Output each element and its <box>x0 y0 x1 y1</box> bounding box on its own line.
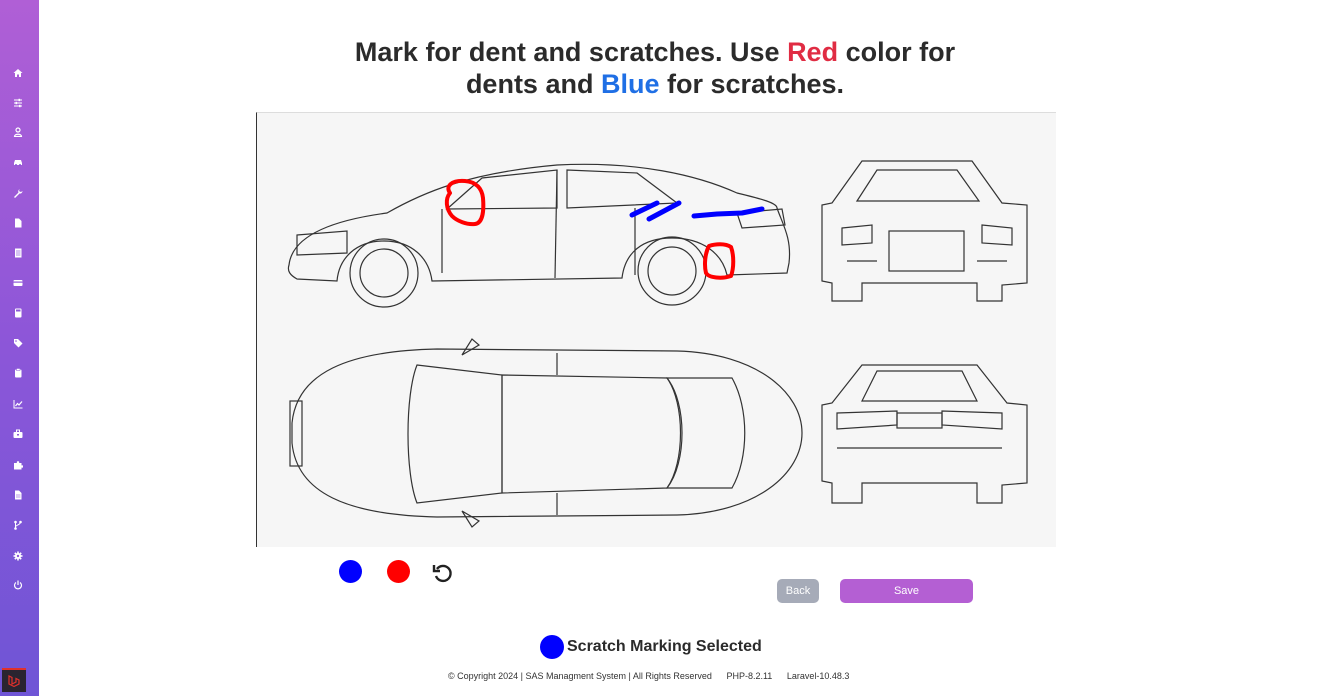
marking-status: Scratch Marking Selected <box>540 634 762 660</box>
branch-icon[interactable] <box>10 518 26 532</box>
laravel-version: Laravel-10.48.3 <box>786 671 850 681</box>
php-version: PHP-8.2.11 <box>726 671 773 681</box>
red-color-button[interactable] <box>387 560 410 583</box>
document-icon[interactable] <box>10 246 26 260</box>
wrench-icon[interactable] <box>10 186 26 200</box>
scratch-mark-1 <box>629 200 682 222</box>
dent-mark-1 <box>444 178 486 227</box>
file-icon[interactable] <box>10 216 26 230</box>
title-red-word: Red <box>787 37 839 67</box>
gear-icon[interactable] <box>10 549 26 563</box>
undo-icon[interactable] <box>431 561 455 585</box>
title-text-4: for scratches. <box>659 69 845 99</box>
user-icon[interactable] <box>10 125 26 139</box>
page-title: Mark for dent and scratches. Use Red col… <box>300 36 1010 100</box>
car-icon[interactable] <box>10 155 26 169</box>
credit-card-icon[interactable] <box>10 276 26 290</box>
car-side-view <box>287 163 791 308</box>
laravel-logo-icon <box>2 668 26 692</box>
tag-icon[interactable] <box>10 336 26 350</box>
chart-line-icon[interactable] <box>10 397 26 411</box>
title-text-2: color for <box>838 37 956 67</box>
car-rear-view <box>821 364 1028 504</box>
back-button[interactable]: Back <box>777 579 819 603</box>
home-icon[interactable] <box>10 66 26 80</box>
title-text-3: dents and <box>465 69 601 99</box>
car-front-view <box>821 160 1028 302</box>
save-button[interactable]: Save <box>840 579 973 603</box>
file-text-icon[interactable] <box>10 488 26 502</box>
title-blue-word: Blue <box>600 69 660 99</box>
user-marks <box>444 178 765 280</box>
selected-color-indicator <box>540 635 564 659</box>
calculator-icon[interactable] <box>10 306 26 320</box>
scratch-mark-2 <box>691 206 765 219</box>
sidebar <box>0 0 39 696</box>
dent-mark-2 <box>703 242 736 280</box>
car-top-view <box>289 338 803 528</box>
puzzle-icon[interactable] <box>10 458 26 472</box>
sliders-icon[interactable] <box>10 96 26 110</box>
copyright-text: © Copyright 2024 | SAS Managment System … <box>448 671 712 681</box>
title-text-1: Mark for dent and scratches. Use <box>354 37 788 67</box>
footer: © Copyright 2024 | SAS Managment System … <box>448 671 861 681</box>
power-icon[interactable] <box>10 578 26 592</box>
status-text: Scratch Marking Selected <box>567 638 762 655</box>
car-diagram[interactable] <box>257 113 1057 548</box>
briefcase-icon[interactable] <box>10 427 26 441</box>
marking-canvas[interactable] <box>256 112 1056 547</box>
clipboard-icon[interactable] <box>10 366 26 380</box>
blue-color-button[interactable] <box>339 560 362 583</box>
